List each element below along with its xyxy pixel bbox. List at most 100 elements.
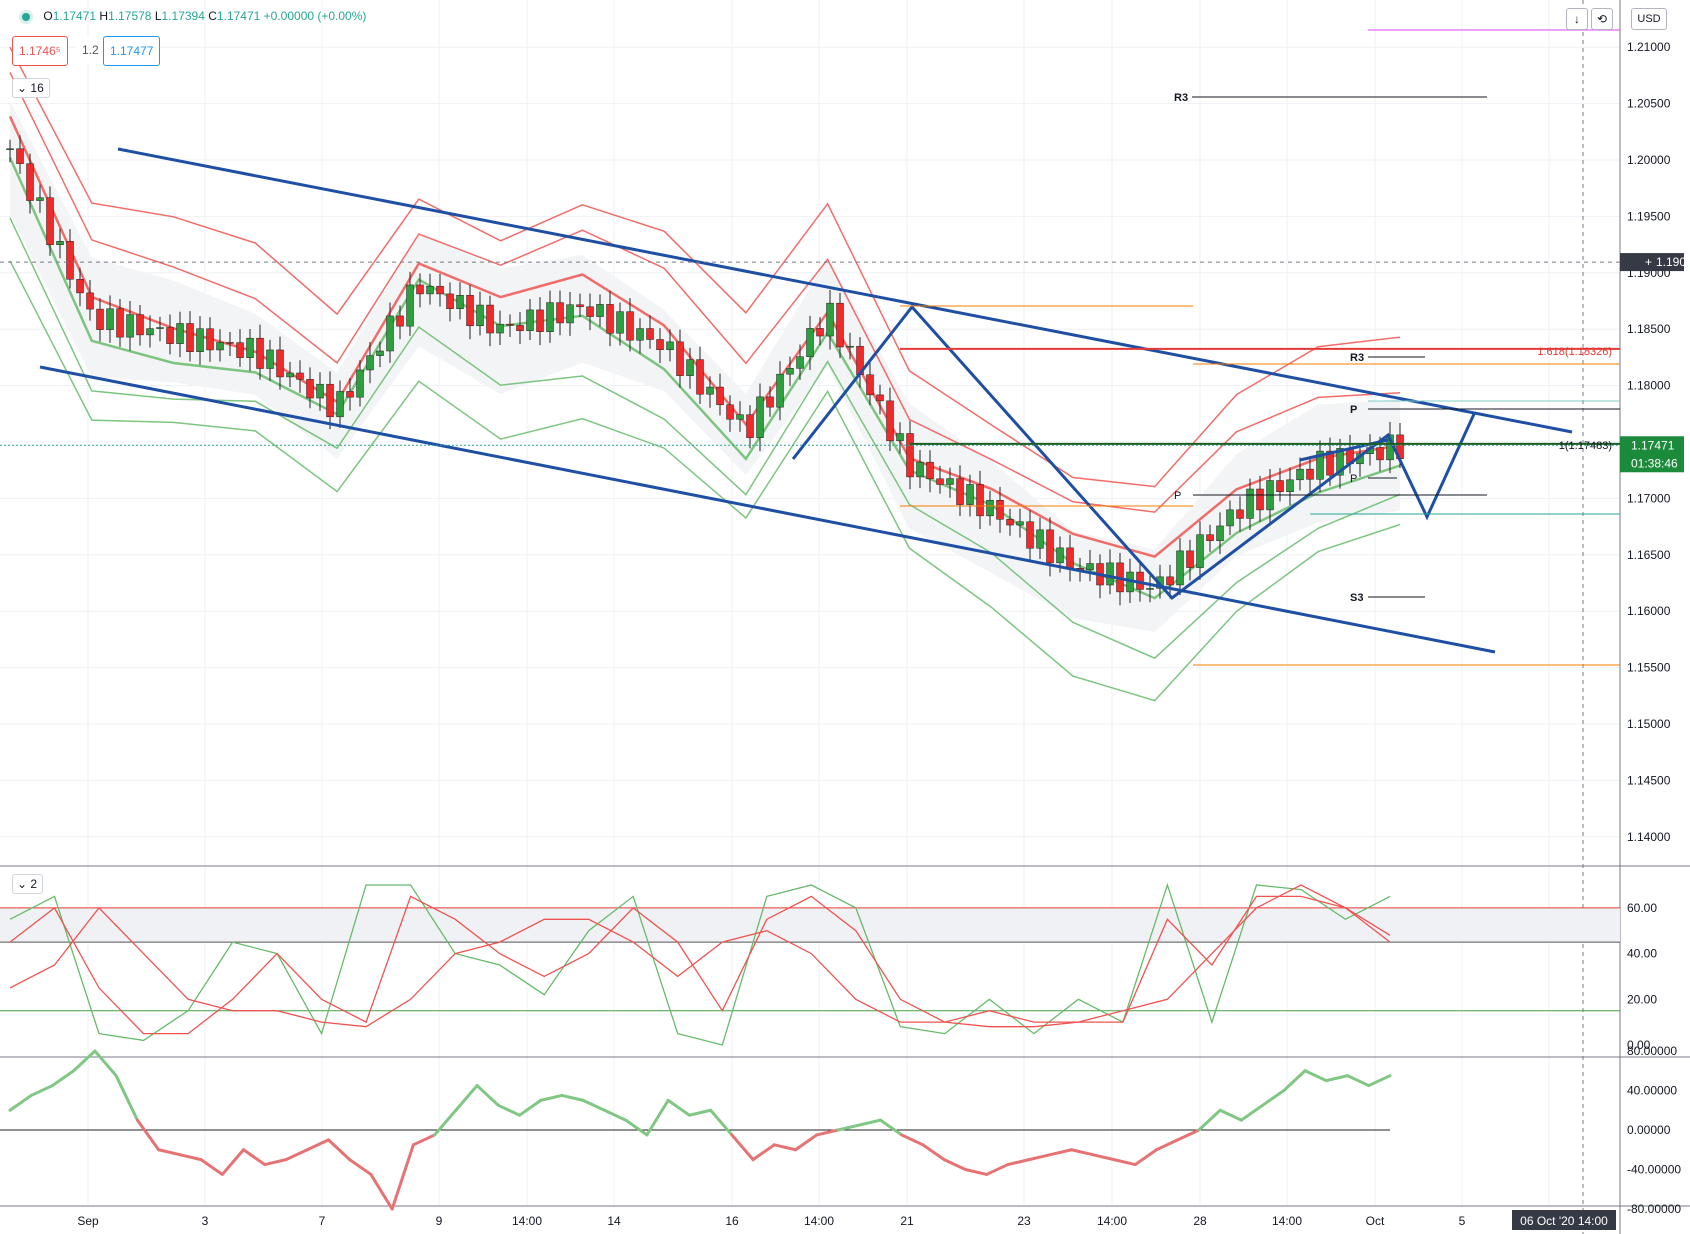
momentum-segment: [709, 1108, 734, 1137]
momentum-segment: [1239, 1103, 1265, 1122]
momentum-segment: [93, 1049, 118, 1078]
candle-up: [6, 148, 14, 150]
momentum-segment: [857, 1118, 882, 1127]
momentum-segment: [1154, 1138, 1180, 1152]
candle-up: [406, 284, 414, 327]
candle-down: [346, 391, 354, 398]
time-tick-label: 14:00: [1097, 1214, 1127, 1228]
candle-down: [256, 337, 264, 369]
close-label: C: [208, 9, 217, 23]
crosshair-price-label: 1.19095: [1656, 255, 1690, 269]
stoch-tick-label: 20.00: [1627, 992, 1657, 1006]
candle-up: [1246, 488, 1254, 519]
candle-up: [566, 304, 574, 324]
candle-down: [166, 327, 174, 344]
momentum-segment: [433, 1108, 458, 1137]
candle-up: [366, 355, 374, 371]
countdown-label: 01:38:46: [1631, 456, 1678, 470]
candle-down: [1306, 468, 1314, 480]
momentum-segment: [1112, 1158, 1137, 1167]
candle-down: [906, 433, 914, 478]
crosshair-time-label: 06 Oct '20 14:00: [1520, 1214, 1608, 1228]
candle-up: [666, 341, 674, 351]
change-value: +0.00000 (+0.00%): [263, 9, 367, 23]
sell-price-button[interactable]: 1.1746⁵: [12, 36, 68, 66]
candle-up: [796, 356, 804, 369]
momentum-segment: [1027, 1153, 1052, 1162]
candle-down: [866, 374, 874, 396]
candle-up: [476, 304, 484, 327]
momentum-segment: [900, 1133, 925, 1147]
currency-button[interactable]: USD: [1631, 8, 1667, 30]
candle-down: [936, 478, 944, 485]
momentum-segment: [348, 1158, 373, 1176]
candle-down: [206, 328, 214, 351]
momentum-segment: [135, 1118, 161, 1152]
candle-up: [176, 323, 184, 344]
candle-down: [996, 499, 1004, 520]
indicators-toggle[interactable]: ⌄ 16: [12, 78, 50, 98]
momentum-segment: [1048, 1148, 1074, 1157]
candle-down: [416, 284, 424, 295]
price-tick-label: 1.15500: [1627, 661, 1671, 675]
candle-down: [816, 328, 824, 337]
fib-label-1618: 1.618(1.18326): [1537, 346, 1612, 358]
trading-chart[interactable]: 1.21000 1.20500 1.20000 1.19500 1.19000 1.185…: [0, 0, 1690, 1234]
momentum-segment: [1006, 1158, 1031, 1167]
momentum-segment: [496, 1103, 522, 1117]
candle-down: [1276, 480, 1284, 492]
candle-down: [236, 342, 244, 358]
momentum-tick-label: 80.00000: [1627, 1044, 1677, 1058]
candle-down: [276, 349, 284, 378]
candle-up: [686, 359, 694, 376]
candle-down: [1006, 519, 1014, 526]
momentum-segment: [1070, 1148, 1095, 1157]
oscillator-count: 2: [30, 877, 38, 891]
candle-down: [586, 306, 594, 317]
momentum-segment: [411, 1133, 437, 1147]
price-tick-label: 1.14500: [1627, 773, 1671, 787]
candle-down: [136, 314, 144, 336]
oscillator-toggle[interactable]: ⌄ 2: [12, 874, 44, 894]
candle-down: [646, 328, 654, 340]
high-label: H: [99, 9, 109, 23]
candle-up: [126, 314, 134, 338]
indicator-count: 16: [30, 81, 44, 95]
candle-down: [556, 302, 564, 324]
candle-up: [156, 327, 164, 329]
candle-up: [1086, 563, 1094, 570]
candle-up: [966, 484, 974, 505]
candle-down: [876, 394, 884, 402]
price-tick-label: 1.21000: [1627, 40, 1671, 54]
time-tick-label: 3: [202, 1214, 209, 1228]
candle-up: [1296, 468, 1304, 481]
price-tick-label: 1.18500: [1627, 322, 1671, 336]
candle-up: [776, 373, 784, 408]
candle-up: [286, 372, 294, 378]
candle-down: [66, 241, 74, 280]
momentum-segment: [985, 1163, 1010, 1176]
momentum-tick-label: 0.00000: [1627, 1123, 1671, 1137]
pivot-label-p-near: P: [1350, 473, 1357, 485]
reset-view-button[interactable]: ⟲: [1591, 8, 1613, 30]
candle-down: [656, 339, 664, 351]
momentum-segment: [836, 1123, 861, 1132]
symbol-status-dot: [22, 12, 30, 21]
candle-down: [766, 396, 774, 408]
candle-up: [526, 309, 534, 331]
buy-price-button[interactable]: 1.17477: [103, 36, 161, 66]
stoch-zone: [0, 907, 1620, 943]
chart-canvas[interactable]: 1.210001.205001.200001.195001.190001.185…: [0, 0, 1690, 1234]
price-tick-label: 1.14000: [1627, 830, 1671, 844]
momentum-tick-label: 40.00000: [1627, 1084, 1677, 1098]
scroll-down-button[interactable]: ↓: [1566, 8, 1588, 30]
momentum-segment: [602, 1108, 628, 1122]
candle-down: [746, 414, 754, 438]
candle-down: [296, 372, 304, 380]
candle-up: [336, 391, 344, 418]
momentum-segment: [878, 1118, 904, 1137]
candle-up: [1146, 588, 1154, 590]
momentum-segment: [475, 1084, 500, 1107]
low-value: 1.17394: [161, 9, 205, 23]
momentum-segment: [1091, 1153, 1116, 1162]
